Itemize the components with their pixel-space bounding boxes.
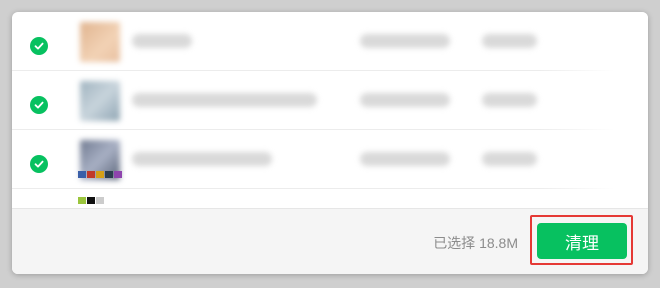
file-thumbnail [80, 81, 120, 121]
file-date-blurred [482, 34, 537, 48]
file-date-blurred [482, 93, 537, 107]
file-date-blurred [482, 152, 537, 166]
file-type-icons [78, 197, 104, 204]
list-fade-overlay [538, 12, 648, 208]
dialog-footer: 已选择 18.8M 清理 [12, 208, 648, 274]
file-list [12, 12, 648, 208]
file-thumbnail [80, 22, 120, 62]
file-type-icons [78, 171, 122, 178]
clean-button[interactable]: 清理 [537, 223, 627, 259]
file-size-blurred [360, 34, 450, 48]
check-circle-icon[interactable] [30, 37, 48, 55]
file-size-blurred [360, 152, 450, 166]
check-circle-icon[interactable] [30, 96, 48, 114]
file-size-blurred [360, 93, 450, 107]
storage-cleanup-dialog: 已选择 18.8M 清理 [12, 12, 648, 274]
file-name-blurred [132, 93, 317, 107]
file-name-blurred [132, 152, 272, 166]
selected-size-summary: 已选择 18.8M [433, 235, 518, 251]
file-name-blurred [132, 34, 192, 48]
check-circle-icon[interactable] [30, 155, 48, 173]
